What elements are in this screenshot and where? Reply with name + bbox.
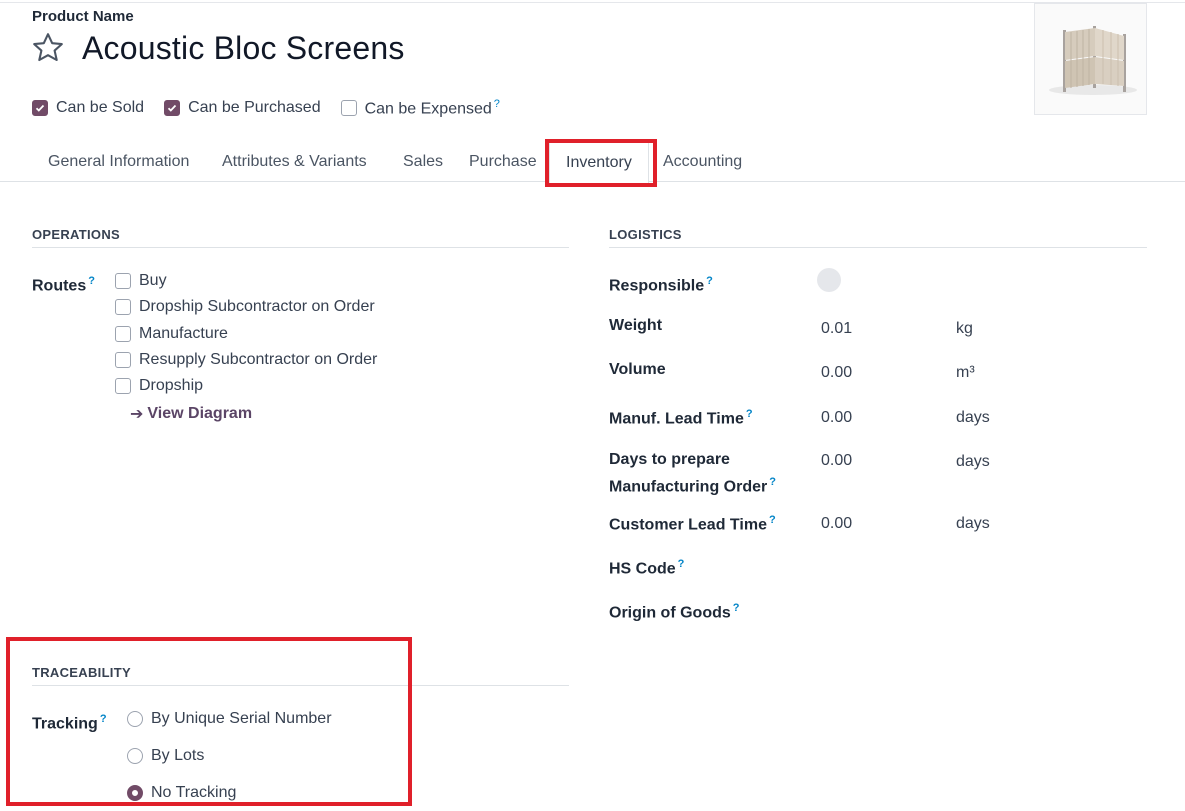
checkbox-unchecked-icon <box>115 326 131 342</box>
tab-accounting[interactable]: Accounting <box>663 141 742 182</box>
can-be-sold-checkbox[interactable]: Can be Sold <box>32 99 144 117</box>
route-manufacture-checkbox[interactable]: Manufacture <box>115 325 228 343</box>
product-name-label: Product Name <box>32 8 134 25</box>
volume-input[interactable]: 0.00 <box>821 364 941 382</box>
can-be-purchased-checkbox[interactable]: Can be Purchased <box>164 99 321 117</box>
view-diagram-label: View Diagram <box>147 405 253 422</box>
checkbox-unchecked-icon <box>340 100 357 117</box>
hs-code-input[interactable] <box>821 556 941 576</box>
checkbox-checked-icon <box>164 100 181 117</box>
checkbox-unchecked-icon <box>115 273 131 289</box>
route-label: Dropship <box>139 377 204 394</box>
origin-of-goods-input[interactable] <box>821 600 941 620</box>
route-label: Dropship Subcontractor on Order <box>139 298 375 315</box>
acoustic-screen-image <box>1049 26 1137 95</box>
product-title[interactable]: Acoustic Bloc Screens <box>82 30 405 67</box>
logistics-section-title: LOGISTICS <box>609 227 1147 248</box>
manuf-lead-time-label: Manuf. Lead Time? <box>609 408 753 428</box>
responsible-label: Responsible? <box>609 275 713 295</box>
weight-input[interactable]: 0.01 <box>821 320 941 338</box>
tab-purchase[interactable]: Purchase <box>469 141 537 182</box>
help-tooltip-icon[interactable]: ? <box>494 98 500 110</box>
customer-lead-time-label: Customer Lead Time? <box>609 514 776 534</box>
checkbox-unchecked-icon <box>115 378 131 394</box>
checkbox-checked-icon <box>32 100 48 117</box>
help-tooltip-icon[interactable]: ? <box>88 275 95 287</box>
inventory-tab-highlight <box>545 139 657 187</box>
favorite-star-icon[interactable] <box>30 30 66 66</box>
route-label: Resupply Subcontractor on Order <box>139 351 378 368</box>
operations-section-title: OPERATIONS <box>32 227 569 248</box>
product-image[interactable] <box>1034 3 1147 115</box>
manuf-lead-time-input[interactable]: 0.00 <box>821 409 941 427</box>
route-label: Manufacture <box>139 325 228 342</box>
route-dropship-subcontractor-checkbox[interactable]: Dropship Subcontractor on Order <box>115 298 375 316</box>
help-tooltip-icon[interactable]: ? <box>706 275 713 287</box>
product-flags: Can be Sold Can be Purchased Can be Expe… <box>32 98 520 118</box>
view-diagram-link[interactable]: ➔ View Diagram <box>130 404 252 424</box>
manuf-lead-time-unit: days <box>956 409 990 426</box>
tab-general-information[interactable]: General Information <box>48 141 189 182</box>
days-prepare-mo-label: Days to prepare Manufacturing Order? <box>609 451 776 496</box>
arrow-right-icon: ➔ <box>130 406 144 423</box>
route-label: Buy <box>139 272 167 289</box>
help-tooltip-icon[interactable]: ? <box>678 558 685 570</box>
help-tooltip-icon[interactable]: ? <box>746 408 753 420</box>
help-tooltip-icon[interactable]: ? <box>769 476 776 488</box>
days-prepare-mo-unit: days <box>956 453 990 470</box>
tab-sales[interactable]: Sales <box>403 141 443 182</box>
can-be-purchased-label: Can be Purchased <box>188 99 321 117</box>
days-prepare-mo-input[interactable]: 0.00 <box>821 452 941 470</box>
checkbox-unchecked-icon <box>115 299 131 315</box>
route-dropship-checkbox[interactable]: Dropship <box>115 377 203 395</box>
responsible-avatar[interactable] <box>817 268 841 292</box>
tab-attributes-variants[interactable]: Attributes & Variants <box>222 141 367 182</box>
can-be-expensed-label: Can be Expensed? <box>364 98 500 118</box>
route-buy-checkbox[interactable]: Buy <box>115 272 167 290</box>
can-be-sold-label: Can be Sold <box>56 99 145 117</box>
checkbox-unchecked-icon <box>115 352 131 368</box>
weight-label: Weight <box>609 317 663 334</box>
weight-unit: kg <box>956 320 973 337</box>
volume-label: Volume <box>609 361 666 378</box>
origin-of-goods-label: Origin of Goods? <box>609 602 740 622</box>
hs-code-label: HS Code? <box>609 558 685 578</box>
traceability-highlight <box>6 637 412 806</box>
help-tooltip-icon[interactable]: ? <box>769 514 776 526</box>
can-be-expensed-checkbox[interactable]: Can be Expensed? <box>340 98 500 118</box>
customer-lead-time-unit: days <box>956 515 990 532</box>
routes-label: Routes? <box>32 275 95 295</box>
volume-unit: m³ <box>956 364 975 381</box>
help-tooltip-icon[interactable]: ? <box>733 602 740 614</box>
customer-lead-time-input[interactable]: 0.00 <box>821 515 941 533</box>
route-resupply-subcontractor-checkbox[interactable]: Resupply Subcontractor on Order <box>115 351 377 369</box>
top-divider <box>0 2 1185 3</box>
